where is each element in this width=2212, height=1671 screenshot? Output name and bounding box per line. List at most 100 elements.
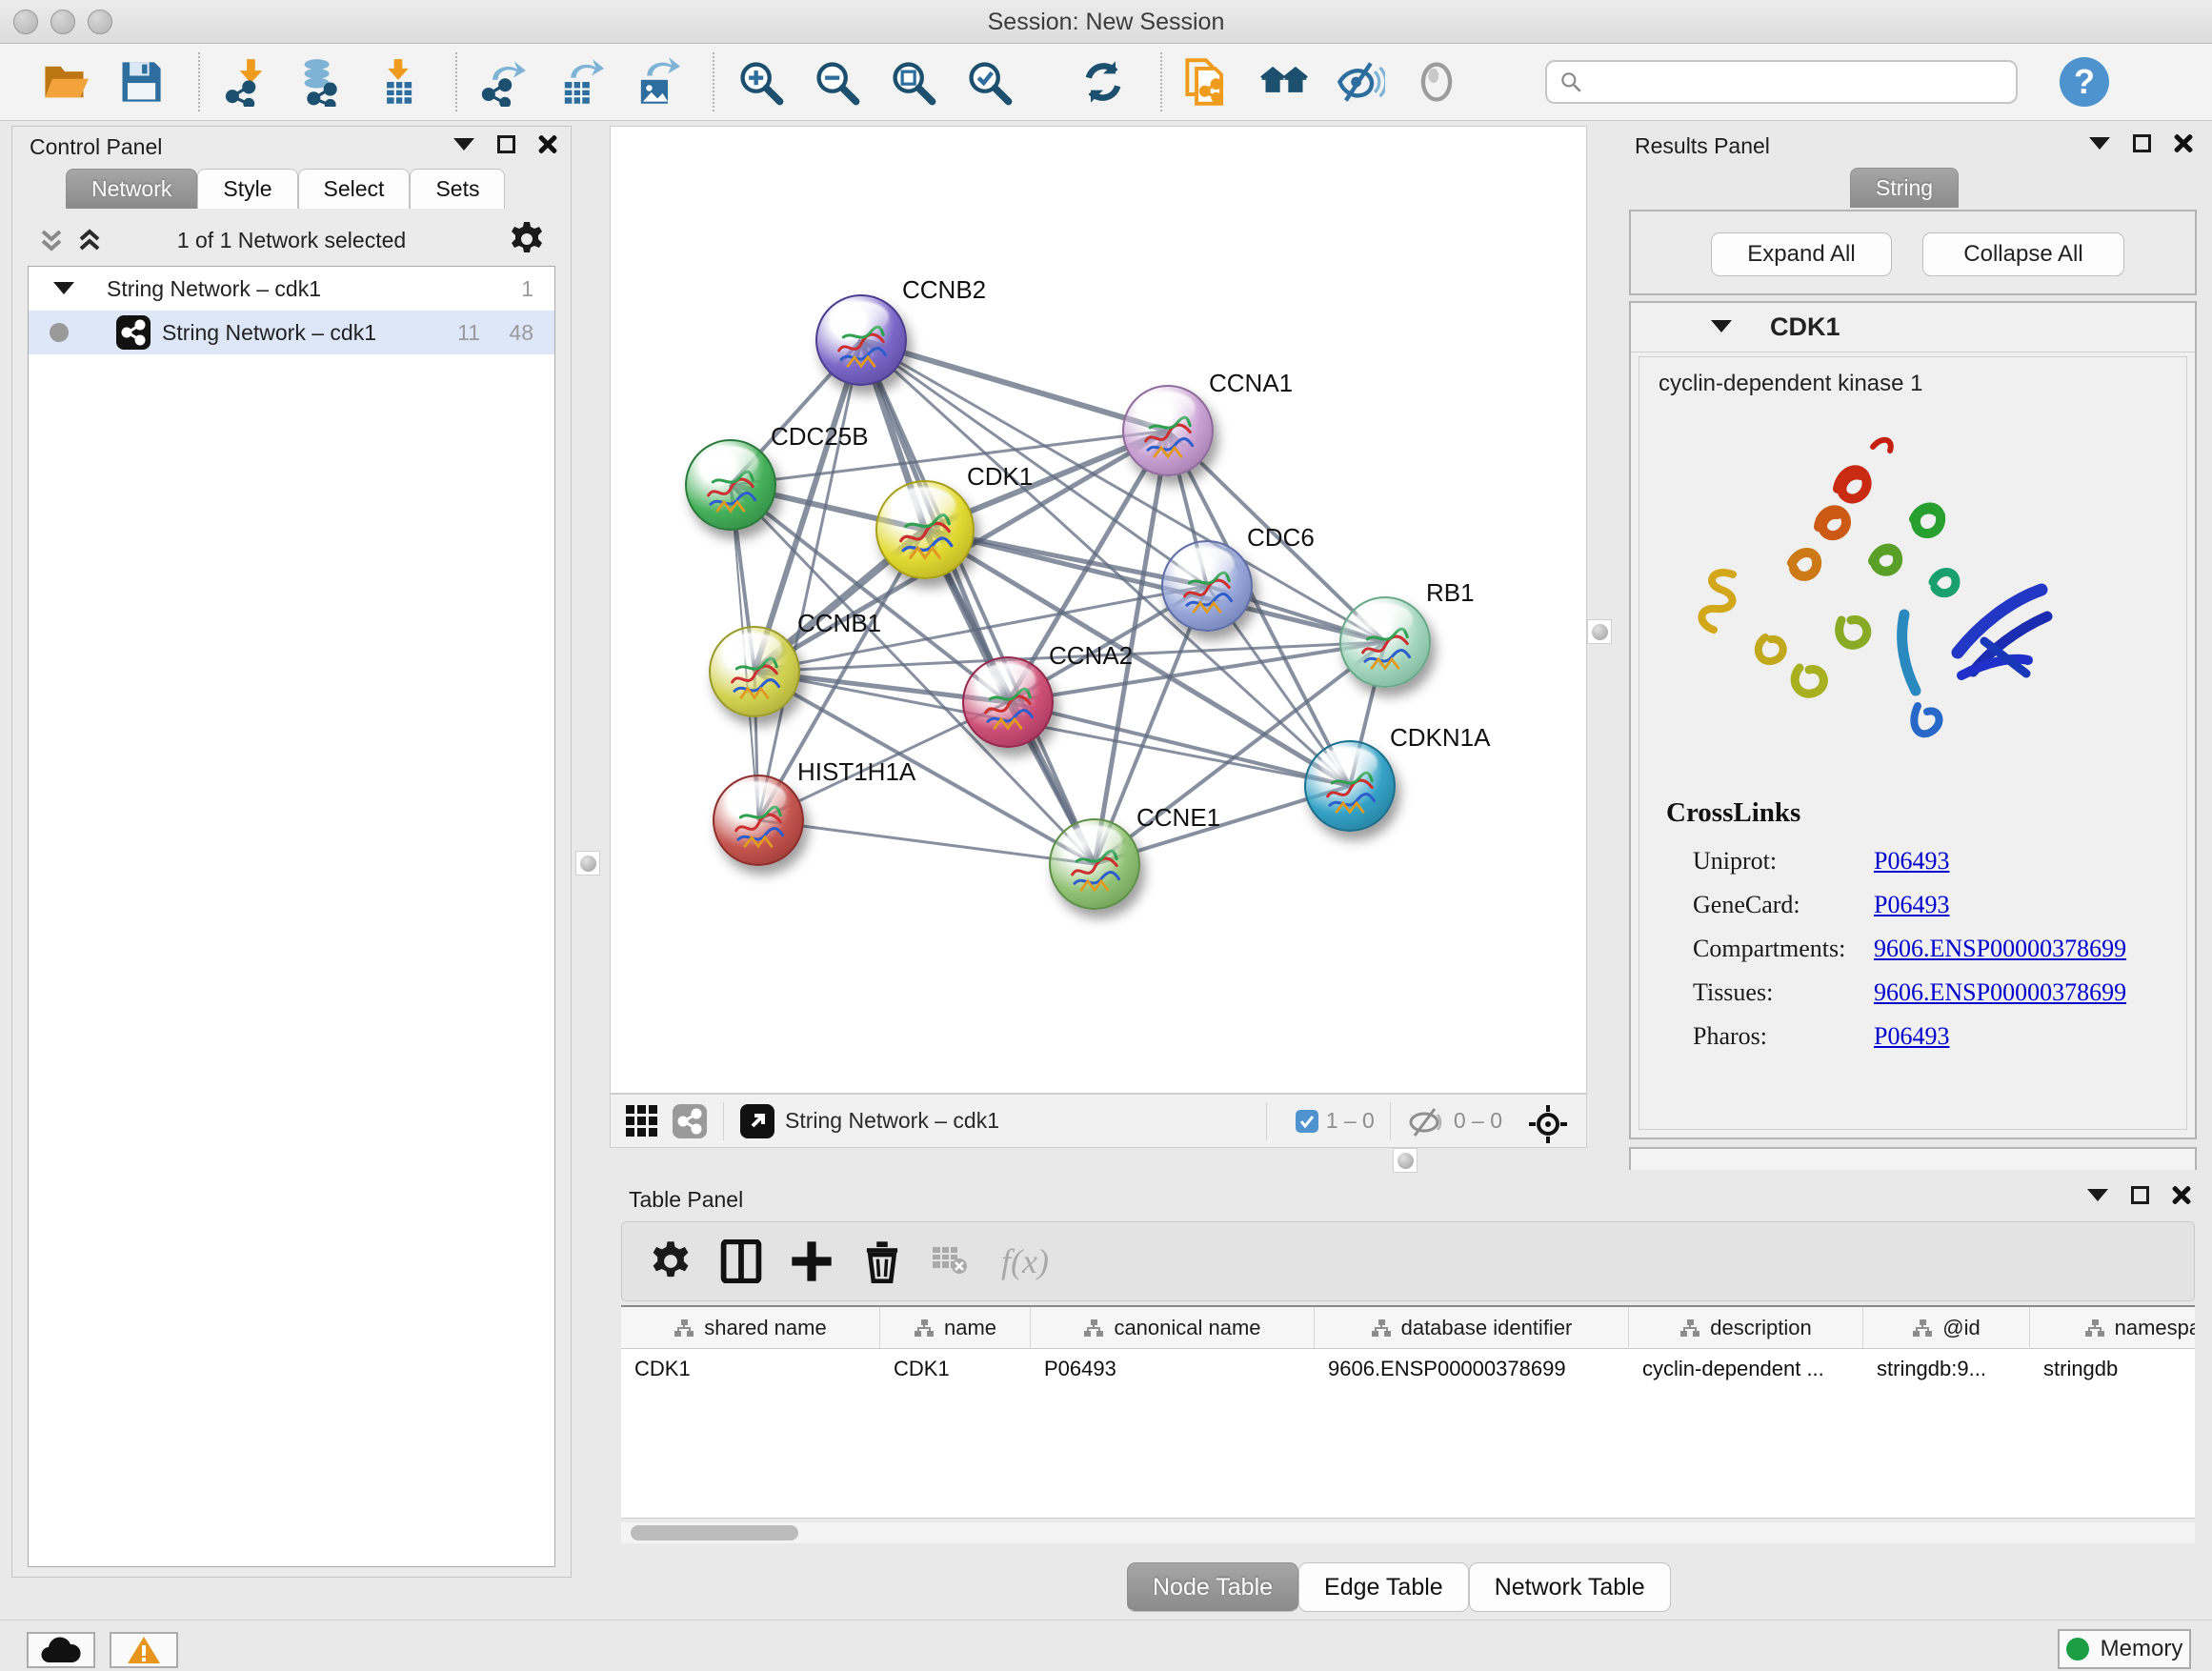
entry-header[interactable]: CDK1 bbox=[1631, 303, 2195, 352]
network-node-CDKN1A[interactable] bbox=[1304, 740, 1396, 832]
panel-close-icon[interactable] bbox=[538, 134, 557, 153]
zoom-in-icon[interactable] bbox=[735, 57, 785, 107]
show-all-icon[interactable] bbox=[1412, 57, 1461, 107]
tab-network-table[interactable]: Network Table bbox=[1469, 1562, 1671, 1612]
import-network-database-icon[interactable] bbox=[297, 57, 347, 107]
crosslink-link[interactable]: 9606.ENSP00000378699 bbox=[1874, 935, 2126, 963]
cloud-button[interactable] bbox=[27, 1632, 95, 1668]
table-settings-gear-icon[interactable] bbox=[649, 1239, 693, 1283]
search-input[interactable] bbox=[1545, 60, 2018, 104]
zoom-selected-icon[interactable] bbox=[964, 57, 1014, 107]
network-node-CCNA1[interactable] bbox=[1122, 385, 1214, 476]
grid-view-icon[interactable] bbox=[624, 1103, 660, 1139]
network-edge-HIST1H1A-CCNE1[interactable] bbox=[758, 820, 1095, 864]
network-canvas[interactable]: CCNB2CCNA1CDC25BCDK1CDC6RB1CCNB1CCNA2CDK… bbox=[610, 126, 1587, 1094]
tab-network[interactable]: Network bbox=[66, 169, 197, 209]
collapse-icon[interactable] bbox=[1711, 320, 1732, 332]
collapse-icon[interactable] bbox=[53, 282, 74, 294]
import-network-icon[interactable] bbox=[221, 57, 271, 107]
node-table[interactable]: shared namenamecanonical namedatabase id… bbox=[621, 1305, 2195, 1519]
delete-column-icon[interactable] bbox=[860, 1239, 904, 1283]
tab-node-table[interactable]: Node Table bbox=[1127, 1562, 1298, 1612]
table-cell[interactable]: CDK1 bbox=[880, 1349, 1031, 1391]
crosslink-link[interactable]: P06493 bbox=[1874, 1022, 1949, 1051]
table-row[interactable]: CDK1CDK1P064939606.ENSP00000378699cyclin… bbox=[621, 1349, 2195, 1391]
warnings-button[interactable] bbox=[110, 1632, 178, 1668]
network-node-HIST1H1A[interactable] bbox=[713, 775, 804, 866]
network-edges bbox=[611, 127, 1586, 1093]
crosslink-link[interactable]: P06493 bbox=[1874, 891, 1949, 919]
tab-style[interactable]: Style bbox=[197, 169, 297, 209]
table-cell[interactable]: stringdb:9... bbox=[1863, 1349, 2030, 1391]
network-node-RB1[interactable] bbox=[1339, 596, 1431, 688]
share-file-icon[interactable] bbox=[1183, 57, 1233, 107]
selected-checkbox-icon[interactable] bbox=[1296, 1110, 1318, 1133]
panel-menu-icon[interactable] bbox=[2087, 1189, 2108, 1201]
panel-float-icon[interactable] bbox=[2133, 134, 2151, 152]
zoom-fit-icon[interactable] bbox=[888, 57, 937, 107]
column-header-canonical-name[interactable]: canonical name bbox=[1031, 1307, 1315, 1348]
add-column-icon[interactable] bbox=[790, 1239, 834, 1283]
network-row-selected[interactable]: String Network – cdk1 11 48 bbox=[29, 311, 554, 354]
column-header-database-identifier[interactable]: database identifier bbox=[1315, 1307, 1629, 1348]
scrollbar-thumb[interactable] bbox=[631, 1525, 798, 1540]
save-session-icon[interactable] bbox=[116, 57, 166, 107]
hide-selected-icon[interactable] bbox=[1336, 57, 1385, 107]
column-header-@id[interactable]: @id bbox=[1863, 1307, 2030, 1348]
tab-edge-table[interactable]: Edge Table bbox=[1298, 1562, 1469, 1612]
table-cell[interactable]: 9606.ENSP00000378699 bbox=[1315, 1349, 1629, 1391]
export-network-icon[interactable] bbox=[478, 57, 528, 107]
column-header-name[interactable]: name bbox=[880, 1307, 1031, 1348]
network-node-CDK1[interactable] bbox=[875, 480, 975, 579]
column-header-namespace[interactable]: namespace bbox=[2030, 1307, 2195, 1348]
panel-menu-icon[interactable] bbox=[2089, 137, 2110, 150]
table-cell[interactable]: stringdb bbox=[2030, 1349, 2195, 1391]
right-splitter-handle[interactable] bbox=[1587, 619, 1612, 644]
crosslink-link[interactable]: P06493 bbox=[1874, 847, 1949, 876]
import-table-icon[interactable] bbox=[373, 57, 423, 107]
network-node-CCNA2[interactable] bbox=[962, 656, 1054, 748]
panel-menu-icon[interactable] bbox=[453, 138, 474, 151]
table-cell[interactable]: cyclin-dependent ... bbox=[1629, 1349, 1863, 1391]
network-edge-CCNB2-HIST1H1A[interactable] bbox=[758, 340, 861, 820]
panel-float-icon[interactable] bbox=[2131, 1186, 2149, 1204]
network-collection-row[interactable]: String Network – cdk1 1 bbox=[29, 267, 554, 311]
home-icon[interactable] bbox=[1259, 57, 1309, 107]
collapse-all-button[interactable]: Collapse All bbox=[1922, 232, 2124, 276]
birdseye-target-icon[interactable] bbox=[1527, 1103, 1569, 1139]
expand-all-button[interactable]: Expand All bbox=[1711, 232, 1892, 276]
tab-select[interactable]: Select bbox=[298, 169, 411, 209]
gear-icon[interactable] bbox=[508, 220, 546, 263]
panel-float-icon[interactable] bbox=[497, 135, 515, 153]
refresh-icon[interactable] bbox=[1078, 57, 1128, 107]
network-badge-icon[interactable] bbox=[672, 1103, 708, 1139]
panel-close-icon[interactable] bbox=[2174, 133, 2193, 152]
tab-string[interactable]: String bbox=[1850, 168, 1959, 208]
network-node-CCNB2[interactable] bbox=[815, 294, 907, 386]
column-header-shared-name[interactable]: shared name bbox=[621, 1307, 880, 1348]
show-columns-icon[interactable] bbox=[719, 1239, 763, 1283]
search-input-field[interactable] bbox=[1591, 70, 2004, 94]
network-node-CDC6[interactable] bbox=[1161, 540, 1253, 632]
left-splitter-handle[interactable] bbox=[575, 851, 600, 876]
horizontal-scrollbar[interactable] bbox=[621, 1522, 2195, 1543]
export-image-icon[interactable] bbox=[631, 57, 680, 107]
network-node-CCNE1[interactable] bbox=[1049, 818, 1140, 910]
column-header-description[interactable]: description bbox=[1629, 1307, 1863, 1348]
table-cell[interactable]: CDK1 bbox=[621, 1349, 880, 1391]
crosslink-link[interactable]: 9606.ENSP00000378699 bbox=[1874, 978, 2126, 1007]
help-icon[interactable]: ? bbox=[2060, 57, 2109, 107]
open-in-new-window-icon[interactable] bbox=[739, 1103, 775, 1139]
open-session-icon[interactable] bbox=[40, 57, 90, 107]
bottom-splitter-handle[interactable] bbox=[1393, 1148, 1418, 1173]
export-table-icon[interactable] bbox=[554, 57, 604, 107]
memory-button[interactable]: Memory bbox=[2058, 1629, 2191, 1669]
network-node-CCNB1[interactable] bbox=[709, 626, 800, 717]
zoom-out-icon[interactable] bbox=[812, 57, 861, 107]
network-node-CDC25B[interactable] bbox=[685, 439, 776, 531]
delete-table-icon bbox=[931, 1239, 969, 1283]
table-cell[interactable]: P06493 bbox=[1031, 1349, 1315, 1391]
network-edge-CCNB2-CCNA1[interactable] bbox=[861, 340, 1168, 431]
tab-sets[interactable]: Sets bbox=[410, 169, 505, 209]
panel-close-icon[interactable] bbox=[2172, 1185, 2191, 1204]
